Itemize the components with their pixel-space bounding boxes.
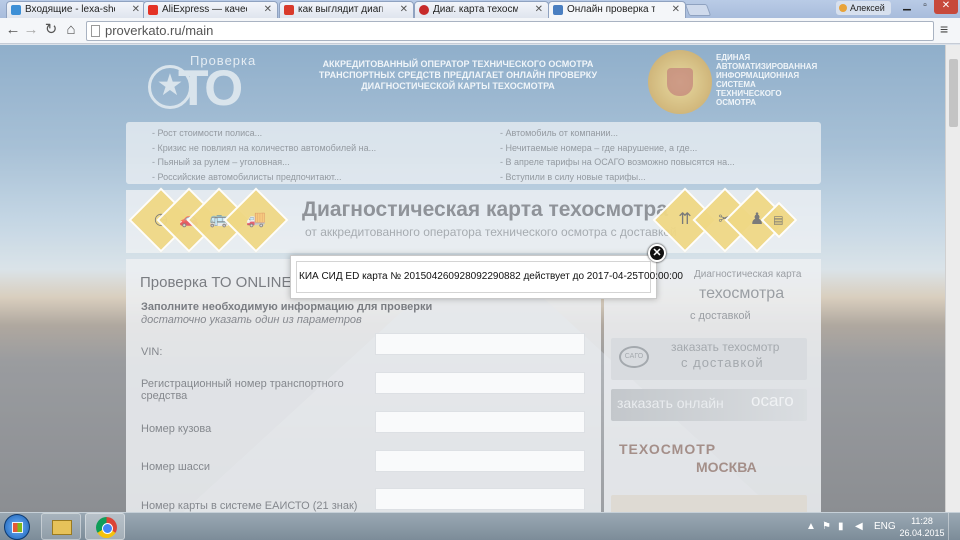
explorer-taskbar-button[interactable] [41, 513, 81, 540]
clock[interactable]: 11:28 26.04.2015 [898, 515, 946, 539]
tab-strip: Входящие - lexa-shok@m ✕ AliExpress — ка… [0, 0, 960, 18]
tab-aliexpress[interactable]: AliExpress — качественн ✕ [143, 1, 278, 18]
proverkato-favicon-icon [553, 5, 563, 15]
scrollbar-thumb[interactable] [949, 59, 958, 127]
modal-close-icon[interactable]: ✕ [648, 244, 666, 262]
address-bar[interactable]: proverkato.ru/main [86, 21, 934, 41]
result-modal: КИА СИД ED карта № 20150426092809229088​… [290, 255, 683, 299]
volume-icon[interactable]: ◀ [855, 521, 863, 532]
language-indicator[interactable]: ENG [874, 521, 896, 532]
close-tab-icon[interactable]: ✕ [672, 2, 680, 18]
show-desktop-button[interactable] [948, 513, 960, 540]
close-tab-icon[interactable]: ✕ [535, 2, 543, 18]
tab-label: AliExpress — качественн [162, 4, 247, 15]
minimize-icon[interactable]: ▁ [898, 0, 916, 14]
tray-expand-icon[interactable]: ▲ [806, 521, 816, 532]
close-tab-icon[interactable]: ✕ [132, 2, 140, 18]
profile-button[interactable]: Алексей [836, 1, 891, 15]
page-scrollbar[interactable] [945, 45, 960, 512]
result-message: КИА СИД ED карта № 20150426092809229088​… [296, 261, 683, 293]
close-window-icon[interactable]: ✕ [934, 0, 958, 14]
menu-icon[interactable]: ≡ [940, 21, 948, 37]
tab-diag-card[interactable]: Диаг. карта техосмотра 2 ✕ [414, 1, 549, 18]
close-tab-icon[interactable]: ✕ [264, 2, 272, 18]
back-arrow-icon[interactable]: ← [4, 21, 22, 39]
chrome-icon [96, 517, 117, 538]
maximize-icon[interactable]: ▫ [916, 0, 934, 14]
tab-online-check[interactable]: Онлайн проверка техосм ✕ [548, 1, 686, 18]
taskbar: ▲ ⚑ ▮ ◀ ENG 11:28 26.04.2015 [0, 512, 960, 540]
diag-favicon-icon [419, 5, 429, 15]
reload-icon[interactable]: ↻ [42, 21, 60, 39]
url-text: proverkato.ru/main [105, 23, 214, 38]
folder-icon [52, 520, 72, 535]
chrome-taskbar-button[interactable] [85, 513, 125, 540]
forward-arrow-icon[interactable]: → [22, 21, 40, 39]
home-icon[interactable]: ⌂ [62, 21, 80, 39]
browser-toolbar: ← → ↻ ⌂ proverkato.ru/main ≡ [0, 18, 960, 44]
close-tab-icon[interactable]: ✕ [400, 2, 408, 18]
tab-label: Входящие - lexa-shok@m [25, 4, 115, 15]
page-icon [91, 25, 100, 37]
network-icon[interactable]: ▮ [838, 521, 844, 532]
tab-yandex[interactable]: как выглядит диагностич ✕ [279, 1, 414, 18]
tab-label: Онлайн проверка техосм [567, 4, 655, 15]
clock-time: 11:28 [911, 516, 933, 526]
action-center-icon[interactable]: ⚑ [822, 521, 831, 532]
start-button[interactable] [4, 514, 30, 540]
new-tab-button[interactable] [684, 4, 712, 16]
yandex-favicon-icon [284, 5, 294, 15]
tab-label: как выглядит диагностич [298, 4, 383, 15]
aliexpress-favicon-icon [148, 5, 158, 15]
mail-favicon-icon [11, 5, 21, 15]
tab-label: Диаг. карта техосмотра 2 [433, 4, 518, 15]
clock-date: 26.04.2015 [899, 528, 945, 538]
tab-mail[interactable]: Входящие - lexa-shok@m ✕ [6, 1, 146, 18]
